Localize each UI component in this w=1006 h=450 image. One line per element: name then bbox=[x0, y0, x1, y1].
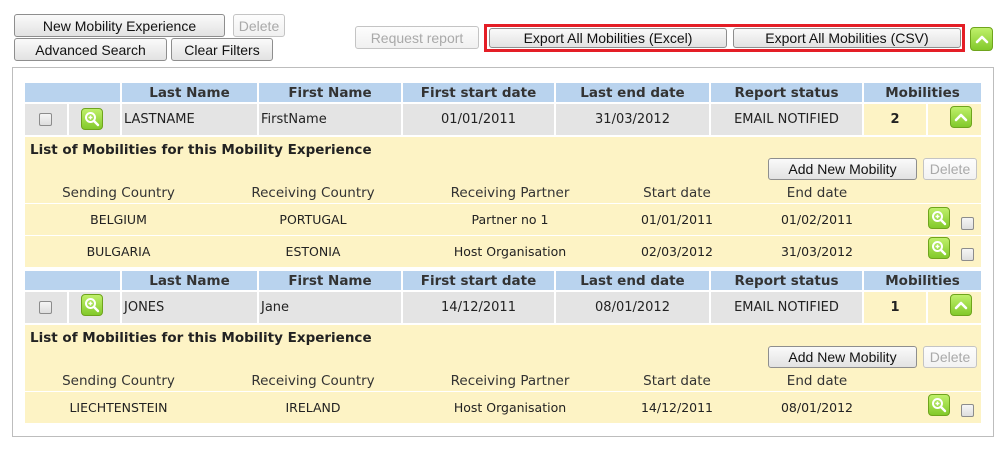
start-date: 01/01/2011 bbox=[640, 211, 714, 227]
mobility-divider bbox=[25, 235, 981, 236]
col-receiving-country: Receiving Country bbox=[251, 373, 375, 389]
end-date: 08/01/2012 bbox=[780, 399, 854, 415]
last-name: JONES bbox=[122, 292, 257, 323]
mobility-checkbox[interactable] bbox=[961, 217, 974, 230]
report-status: EMAIL NOTIFIED bbox=[711, 292, 862, 323]
header-last-name: Last Name bbox=[122, 83, 257, 102]
chevron-up-icon bbox=[954, 113, 968, 122]
add-new-mobility-button[interactable]: Add New Mobility bbox=[768, 346, 917, 368]
header-mobilities: Mobilities bbox=[864, 271, 981, 290]
experience-checkbox[interactable] bbox=[39, 113, 52, 126]
last-name: LASTNAME bbox=[122, 104, 257, 135]
header-last-name: Last Name bbox=[122, 271, 257, 290]
new-mobility-experience-button[interactable]: New Mobility Experience bbox=[14, 14, 225, 37]
mobilities-count: 2 bbox=[864, 104, 926, 135]
collapse-all-button[interactable] bbox=[970, 27, 993, 51]
chevron-up-icon bbox=[975, 35, 988, 44]
delete-button[interactable]: Delete bbox=[233, 14, 285, 37]
first-name: FirstName bbox=[259, 104, 401, 135]
mobility-divider bbox=[25, 391, 981, 392]
col-receiving-partner: Receiving Partner bbox=[450, 373, 570, 389]
header-first-start-date: First start date bbox=[403, 271, 554, 290]
export-csv-button[interactable]: Export All Mobilities (CSV) bbox=[733, 28, 961, 48]
report-status: EMAIL NOTIFIED bbox=[711, 104, 862, 135]
col-start-date: Start date bbox=[643, 373, 711, 389]
header-report-status: Report status bbox=[711, 83, 862, 102]
add-new-mobility-button[interactable]: Add New Mobility bbox=[768, 158, 917, 180]
collapse-experience-button[interactable] bbox=[950, 106, 972, 128]
delete-mobility-button[interactable]: Delete bbox=[923, 158, 977, 180]
experience-checkbox[interactable] bbox=[39, 301, 52, 314]
col-receiving-partner: Receiving Partner bbox=[450, 185, 570, 201]
col-end-date: End date bbox=[786, 185, 848, 201]
mobility-checkbox[interactable] bbox=[961, 248, 974, 261]
first-name: Jane bbox=[259, 292, 401, 323]
header-blank-1 bbox=[25, 83, 120, 102]
mobilities-list-title: List of Mobilities for this Mobility Exp… bbox=[30, 142, 372, 158]
start-date: 02/03/2012 bbox=[640, 243, 714, 259]
mobilities-list-title: List of Mobilities for this Mobility Exp… bbox=[30, 330, 372, 346]
sending-country: BULGARIA bbox=[86, 243, 151, 259]
magnifier-zoom-icon bbox=[85, 298, 100, 313]
mobility-divider bbox=[25, 203, 981, 204]
header-blank-1 bbox=[25, 271, 120, 290]
header-report-status: Report status bbox=[711, 271, 862, 290]
receiving-partner: Partner no 1 bbox=[471, 211, 549, 227]
export-excel-button[interactable]: Export All Mobilities (Excel) bbox=[489, 28, 727, 48]
advanced-search-button[interactable]: Advanced Search bbox=[14, 38, 167, 61]
chevron-up-icon bbox=[954, 301, 968, 310]
receiving-country: IRELAND bbox=[285, 399, 341, 415]
col-start-date: Start date bbox=[643, 185, 711, 201]
col-sending-country: Sending Country bbox=[62, 373, 175, 389]
receiving-country: ESTONIA bbox=[285, 243, 341, 259]
col-sending-country: Sending Country bbox=[62, 185, 175, 201]
clear-filters-button[interactable]: Clear Filters bbox=[171, 38, 273, 61]
col-receiving-country: Receiving Country bbox=[251, 185, 375, 201]
view-mobility-button[interactable] bbox=[928, 237, 950, 259]
end-date: 31/03/2012 bbox=[780, 243, 854, 259]
view-mobility-button[interactable] bbox=[928, 207, 950, 229]
first-start-date: 01/01/2011 bbox=[403, 104, 554, 135]
mobility-checkbox[interactable] bbox=[961, 404, 974, 417]
receiving-partner: Host Organisation bbox=[453, 399, 567, 415]
header-mobilities: Mobilities bbox=[864, 83, 981, 102]
delete-mobility-button[interactable]: Delete bbox=[923, 346, 977, 368]
header-first-name: First Name bbox=[259, 83, 401, 102]
sending-country: BELGIUM bbox=[90, 211, 147, 227]
view-experience-button[interactable] bbox=[81, 294, 103, 316]
receiving-country: PORTUGAL bbox=[279, 211, 347, 227]
mobilities-count: 1 bbox=[864, 292, 926, 323]
magnifier-zoom-icon bbox=[85, 112, 100, 127]
view-mobility-button[interactable] bbox=[928, 394, 950, 416]
request-report-button[interactable]: Request report bbox=[355, 26, 479, 49]
last-end-date: 08/01/2012 bbox=[556, 292, 709, 323]
magnifier-zoom-icon bbox=[932, 211, 947, 226]
start-date: 14/12/2011 bbox=[640, 399, 714, 415]
magnifier-zoom-icon bbox=[932, 241, 947, 256]
col-end-date: End date bbox=[786, 373, 848, 389]
sending-country: LIECHTENSTEIN bbox=[69, 399, 168, 415]
last-end-date: 31/03/2012 bbox=[556, 104, 709, 135]
collapse-experience-button[interactable] bbox=[950, 294, 972, 316]
receiving-partner: Host Organisation bbox=[453, 243, 567, 259]
magnifier-zoom-icon bbox=[932, 398, 947, 413]
first-start-date: 14/12/2011 bbox=[403, 292, 554, 323]
header-first-start-date: First start date bbox=[403, 83, 554, 102]
header-first-name: First Name bbox=[259, 271, 401, 290]
header-last-end-date: Last end date bbox=[556, 83, 709, 102]
view-experience-button[interactable] bbox=[81, 108, 103, 130]
header-last-end-date: Last end date bbox=[556, 271, 709, 290]
end-date: 01/02/2011 bbox=[780, 211, 854, 227]
